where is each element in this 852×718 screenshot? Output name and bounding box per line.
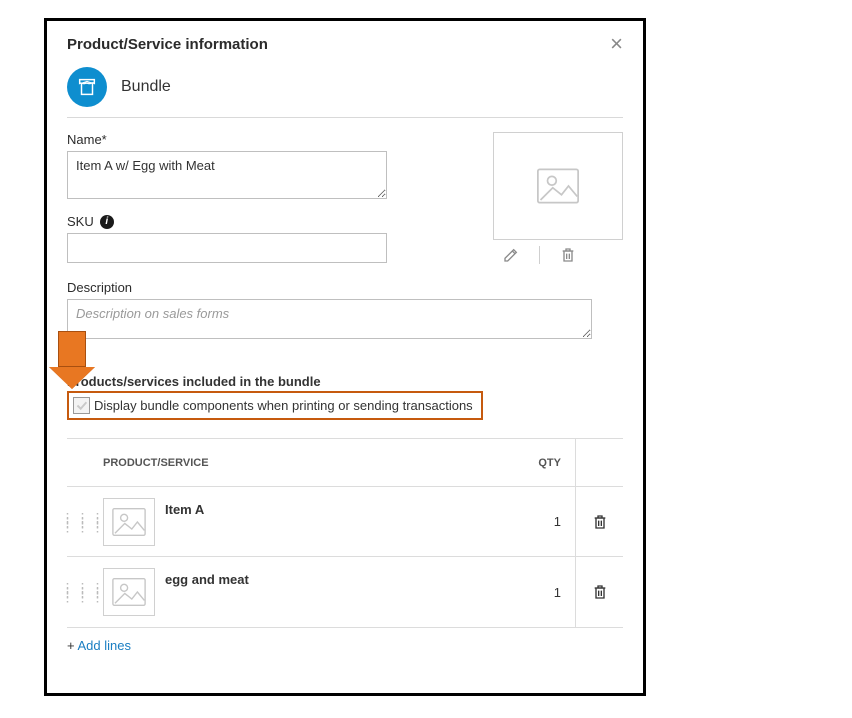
item-qty[interactable]: 1 <box>554 514 561 529</box>
column-header-product: PRODUCT/SERVICE <box>99 457 505 469</box>
edit-image-icon[interactable] <box>503 247 519 263</box>
display-components-label: Display bundle components when printing … <box>94 398 473 413</box>
image-placeholder-icon <box>537 168 579 204</box>
description-input[interactable] <box>67 299 592 339</box>
add-lines-button[interactable]: + Add lines <box>67 638 623 653</box>
info-icon[interactable]: i <box>100 215 114 229</box>
table-row: ⋮⋮⋮⋮⋮⋮⋮⋮⋮ Item A 1 <box>67 487 623 557</box>
sku-label: SKU <box>67 214 94 229</box>
add-lines-label: Add lines <box>78 638 131 653</box>
dialog-title: Product/Service information <box>67 36 268 53</box>
item-image-placeholder <box>103 498 155 546</box>
name-input[interactable] <box>67 151 387 199</box>
delete-image-icon[interactable] <box>560 246 576 264</box>
delete-row-icon[interactable] <box>592 583 608 601</box>
item-name[interactable]: egg and meat <box>165 572 249 587</box>
column-header-qty: QTY <box>505 457 575 469</box>
image-upload-zone[interactable] <box>493 132 623 240</box>
bundle-section-title: Products/services included in the bundle <box>67 374 623 389</box>
separator <box>539 246 540 264</box>
item-name[interactable]: Item A <box>165 502 204 517</box>
display-components-checkbox[interactable] <box>73 397 90 414</box>
bundle-icon <box>67 67 107 107</box>
description-label: Description <box>67 280 623 295</box>
name-label: Name* <box>67 132 453 147</box>
product-type-row: Bundle <box>67 67 623 107</box>
product-type-label: Bundle <box>121 78 171 96</box>
item-image-placeholder <box>103 568 155 616</box>
dialog-frame: Product/Service information × Bundle Nam… <box>44 18 646 696</box>
display-components-option[interactable]: Display bundle components when printing … <box>67 391 483 420</box>
sku-input[interactable] <box>67 233 387 263</box>
item-qty[interactable]: 1 <box>554 585 561 600</box>
delete-row-icon[interactable] <box>592 513 608 531</box>
bundle-items-table: PRODUCT/SERVICE QTY ⋮⋮⋮⋮⋮⋮⋮⋮⋮ Item A 1 <box>67 438 623 628</box>
table-row: ⋮⋮⋮⋮⋮⋮⋮⋮⋮ egg and meat 1 <box>67 557 623 627</box>
close-icon[interactable]: × <box>610 33 623 55</box>
divider <box>67 117 623 118</box>
plus-icon: + <box>67 638 78 653</box>
